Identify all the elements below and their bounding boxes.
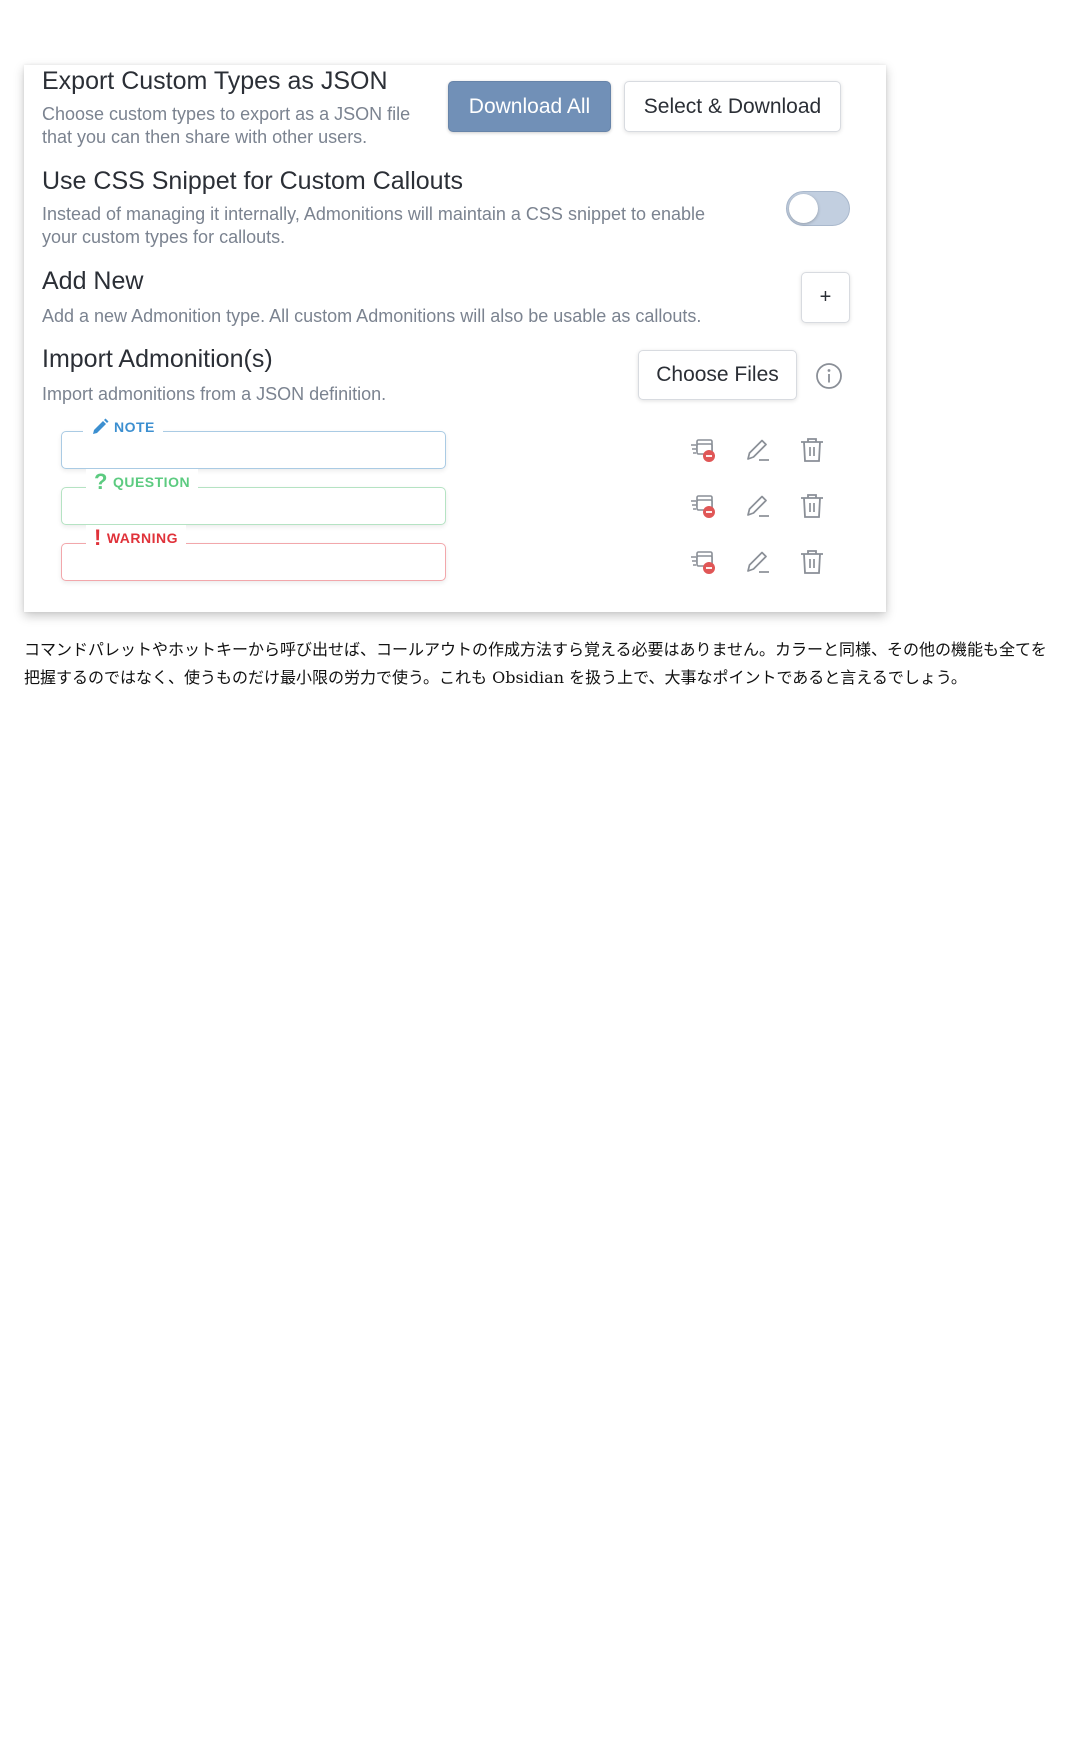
question-icon: ? <box>94 469 108 494</box>
paragraph-line1: コマンドパレットやホットキーから呼び出せば、コールアウトの作成方法すら覚える必要… <box>24 640 1047 659</box>
note-admonition-label: NOTE <box>83 415 163 439</box>
exclamation-icon: ! <box>94 525 102 550</box>
toggle-knob <box>789 194 818 223</box>
add-new-description: Add a new Admonition type. All custom Ad… <box>42 306 702 326</box>
import-description: Import admonitions from a JSON definitio… <box>42 384 387 404</box>
export-title: Export Custom Types as JSON <box>42 67 388 95</box>
warning-label-text: WARNING <box>106 530 178 546</box>
trash-icon[interactable] <box>796 546 828 578</box>
css-snippet-desc-line1: Instead of managing it internally, Admon… <box>42 204 706 224</box>
export-description: Choose custom types to export as a JSON … <box>42 103 410 149</box>
admonition-settings-panel: Export Custom Types as JSON Choose custo… <box>24 65 886 612</box>
import-title: Import Admonition(s) <box>42 345 273 373</box>
question-label-text: QUESTION <box>112 474 191 490</box>
info-icon[interactable] <box>814 361 844 391</box>
export-desc-line1: Choose custom types to export as a JSON … <box>42 104 411 124</box>
pencil-icon <box>93 418 109 434</box>
edit-icon[interactable] <box>742 546 774 578</box>
css-snippet-desc-line2: your custom types for callouts. <box>42 227 286 247</box>
select-download-button[interactable]: Select & Download <box>624 81 841 132</box>
article-paragraph: コマンドパレットやホットキーから呼び出せば、コールアウトの作成方法すら覚える必要… <box>24 636 1064 692</box>
trash-icon[interactable] <box>796 434 828 466</box>
remove-callout-icon[interactable] <box>688 490 720 522</box>
trash-icon[interactable] <box>796 490 828 522</box>
css-snippet-toggle[interactable] <box>786 191 850 226</box>
css-snippet-description: Instead of managing it internally, Admon… <box>42 203 705 249</box>
remove-callout-icon[interactable] <box>688 434 720 466</box>
add-new-button[interactable]: + <box>801 272 850 323</box>
note-label-text: NOTE <box>114 419 155 435</box>
export-desc-line2: that you can then share with other users… <box>42 127 368 147</box>
add-new-title: Add New <box>42 267 144 295</box>
css-snippet-title: Use CSS Snippet for Custom Callouts <box>42 167 464 195</box>
remove-callout-icon[interactable] <box>688 546 720 578</box>
download-all-button[interactable]: Download All <box>448 81 611 132</box>
question-admonition-label: ? QUESTION <box>86 469 199 495</box>
paragraph-line2: 把握するのではなく、使うものだけ最小限の労力で使う。これも Obsidian を… <box>24 668 967 687</box>
edit-icon[interactable] <box>742 490 774 522</box>
warning-admonition-label: ! WARNING <box>86 525 186 551</box>
edit-icon[interactable] <box>742 434 774 466</box>
choose-files-button[interactable]: Choose Files <box>638 350 797 400</box>
